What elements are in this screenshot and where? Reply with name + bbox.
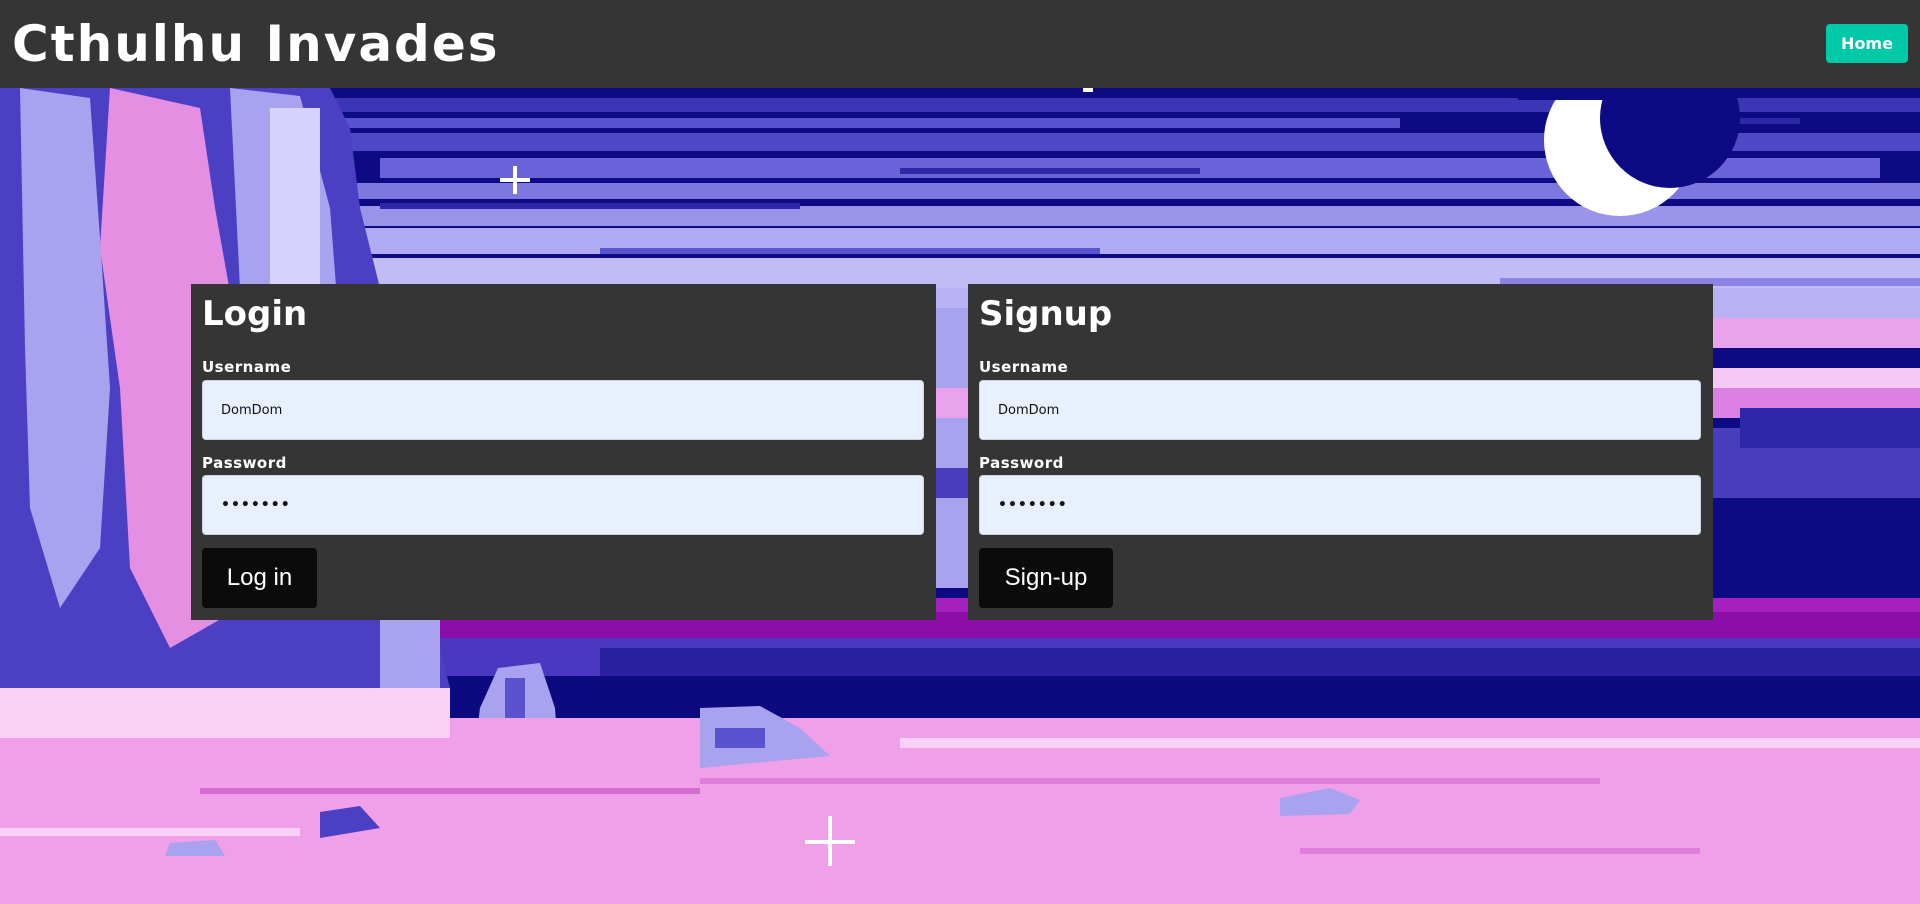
signup-password-input[interactable]: ••••••• (979, 475, 1701, 535)
login-button[interactable]: Log in (202, 548, 317, 608)
signup-title: Signup (979, 294, 1113, 334)
home-button[interactable]: Home (1826, 24, 1908, 63)
site-title: Cthulhu Invades (12, 15, 500, 73)
login-password-label: Password (202, 454, 287, 472)
signup-username-label: Username (979, 358, 1069, 376)
signup-button[interactable]: Sign-up (979, 548, 1113, 608)
login-password-input[interactable]: ••••••• (202, 475, 924, 535)
signup-username-input[interactable]: DomDom (979, 380, 1701, 440)
login-title: Login (202, 294, 308, 334)
signup-password-label: Password (979, 454, 1064, 472)
login-username-label: Username (202, 358, 292, 376)
login-panel: Login Username DomDom Password ••••••• L… (191, 284, 936, 620)
login-username-input[interactable]: DomDom (202, 380, 924, 440)
top-navbar: Cthulhu Invades Home (0, 0, 1920, 88)
signup-panel: Signup Username DomDom Password ••••••• … (968, 284, 1713, 620)
